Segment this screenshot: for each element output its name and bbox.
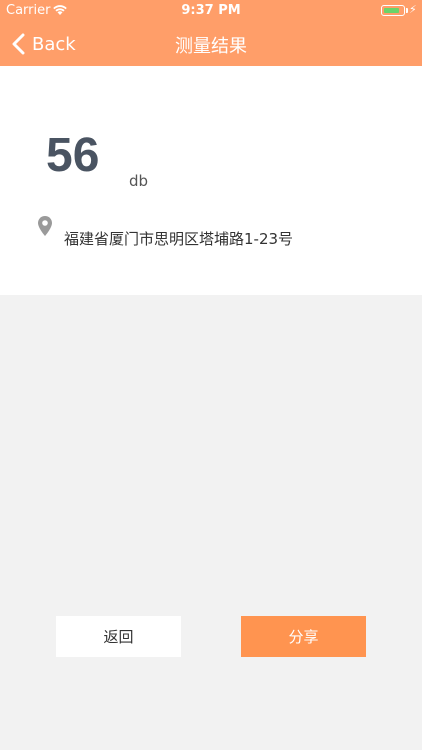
battery-icon — [381, 5, 405, 16]
nav-bar: Back 测量结果 — [0, 22, 422, 66]
page-title: 测量结果 — [175, 36, 247, 57]
decibel-value: 56 — [46, 129, 100, 182]
battery-tip — [406, 8, 408, 13]
address-text: 福建省厦门市思明区塔埔路1-23号 — [64, 230, 294, 248]
charging-icon: ⚡ — [409, 3, 417, 16]
status-time: 9:37 PM — [181, 3, 241, 18]
result-card: 56 db 福建省厦门市思明区塔埔路1-23号 — [0, 66, 422, 295]
return-button[interactable]: 返回 — [56, 616, 181, 657]
decibel-unit: db — [129, 172, 149, 190]
share-button[interactable]: 分享 — [241, 616, 366, 657]
status-bar: Carrier 9:37 PM ⚡ — [0, 0, 422, 22]
header: Carrier 9:37 PM ⚡ Back 测量结果 — [0, 0, 422, 66]
battery-level — [384, 8, 399, 13]
map-pin-icon — [38, 216, 52, 236]
